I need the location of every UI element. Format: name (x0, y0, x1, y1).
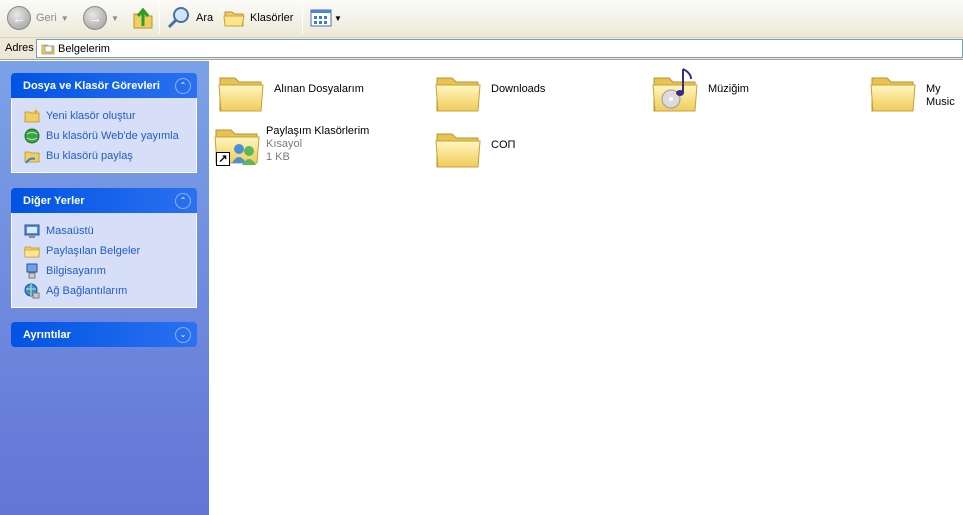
file-item[interactable]: COП (434, 125, 515, 173)
place-desktop[interactable]: Masaüstü (24, 221, 196, 241)
toolbar-separator (159, 4, 160, 34)
panel-body: Masaüstü Paylaşılan Belgeler Bilgisayarı… (11, 213, 197, 308)
place-network-connections[interactable]: Ağ Bağlantılarım (24, 281, 196, 301)
music-folder-icon (651, 65, 699, 117)
task-label: Bilgisayarım (46, 265, 106, 277)
file-name: COП (491, 139, 516, 151)
new-folder-icon (24, 109, 40, 123)
file-item[interactable]: Alınan Dosyalarım (217, 69, 364, 117)
share-folder-icon (24, 151, 40, 164)
file-folder-tasks-panel: Dosya ve Klasör Görevleri ⌃ Yeni klasör … (11, 73, 197, 173)
task-label: Masaüstü (46, 225, 94, 237)
up-folder-button[interactable] (132, 4, 154, 32)
task-share-folder[interactable]: Bu klasörü paylaş (24, 146, 196, 166)
search-label: Ara (196, 12, 214, 24)
place-my-computer[interactable]: Bilgisayarım (24, 261, 196, 281)
toolbar: ← Geri ▼ → ▼ Ara Klasörler ▼ (0, 0, 963, 38)
back-dropdown-icon[interactable]: ▼ (61, 14, 73, 23)
forward-button[interactable]: → ▼ (83, 4, 123, 32)
address-bar: Adres Belgelerim (0, 38, 963, 60)
task-pane: Dosya ve Klasör Görevleri ⌃ Yeni klasör … (0, 61, 209, 515)
views-dropdown-icon: ▼ (334, 13, 342, 23)
address-label: Adres (5, 42, 34, 54)
panel-title: Ayrıntılar (23, 328, 71, 341)
toolbar-separator (302, 4, 303, 34)
computer-icon (26, 263, 38, 279)
file-name: Paylaşım Klasörlerim (266, 125, 370, 137)
task-publish-web[interactable]: Bu klasörü Web'de yayımla (24, 126, 196, 146)
back-arrow-icon: ← (7, 6, 31, 30)
task-label: Bu klasörü paylaş (46, 150, 133, 162)
forward-arrow-icon: → (83, 6, 107, 30)
file-folder-tasks-header[interactable]: Dosya ve Klasör Görevleri ⌃ (11, 73, 197, 98)
search-icon (167, 7, 189, 29)
file-item[interactable]: My Music (869, 69, 963, 117)
file-name: My Music (926, 83, 955, 108)
task-new-folder[interactable]: Yeni klasör oluştur (24, 106, 196, 126)
file-name: Downloads (491, 83, 546, 95)
place-shared-documents[interactable]: Paylaşılan Belgeler (24, 241, 196, 261)
address-field[interactable]: Belgelerim (36, 39, 963, 58)
file-size: 1 KB (266, 151, 290, 163)
views-button[interactable]: ▼ (310, 4, 342, 32)
collapse-chevron-icon[interactable]: ⌃ (175, 192, 191, 209)
folders-button[interactable]: Klasörler (223, 4, 293, 32)
search-button[interactable]: Ara (167, 4, 213, 32)
expand-chevron-icon[interactable]: ⌄ (175, 326, 191, 343)
folder-icon (434, 69, 482, 117)
up-folder-icon (133, 7, 153, 29)
task-label: Paylaşılan Belgeler (46, 245, 141, 257)
file-name: Müziğim (708, 83, 749, 95)
file-item[interactable]: ↗ Paylaşım Klasörlerim Kısayol 1 KB (213, 121, 369, 169)
panel-title: Dosya ve Klasör Görevleri (23, 79, 160, 92)
other-places-panel: Diğer Yerler ⌃ Masaüstü Paylaşılan Belge… (11, 188, 197, 308)
details-header[interactable]: Ayrıntılar ⌄ (11, 322, 197, 347)
folder-icon (434, 125, 482, 173)
views-icon (310, 9, 332, 27)
folders-icon (223, 11, 245, 27)
task-label: Bu klasörü Web'de yayımla (46, 130, 179, 142)
network-icon (24, 283, 40, 299)
file-list-view: Alınan Dosyalarım Downloads Müziğim My M… (209, 61, 963, 515)
folder-icon (24, 246, 40, 258)
back-button[interactable]: ← Geri ▼ (7, 4, 73, 32)
back-label: Geri (36, 12, 57, 24)
folders-label: Klasörler (250, 12, 294, 24)
file-item[interactable]: Müziğim (651, 65, 749, 117)
panel-body: Yeni klasör oluştur Bu klasörü Web'de ya… (11, 98, 197, 173)
other-places-header[interactable]: Diğer Yerler ⌃ (11, 188, 197, 213)
globe-icon (24, 128, 40, 144)
address-value: Belgelerim (58, 42, 110, 55)
shortcut-arrow-icon: ↗ (216, 152, 230, 166)
file-type: Kısayol (266, 138, 303, 150)
file-item[interactable]: Downloads (434, 69, 545, 117)
folder-icon (869, 69, 917, 117)
file-name: Alınan Dosyalarım (274, 83, 364, 95)
my-documents-icon (41, 44, 55, 54)
details-panel: Ayrıntılar ⌄ (11, 322, 197, 347)
collapse-chevron-icon[interactable]: ⌃ (175, 77, 191, 94)
forward-dropdown-icon[interactable]: ▼ (111, 14, 123, 23)
desktop-icon (24, 224, 40, 238)
task-label: Yeni klasör oluştur (46, 110, 136, 122)
task-label: Ağ Bağlantılarım (46, 285, 128, 297)
panel-title: Diğer Yerler (23, 194, 85, 207)
folder-icon (217, 69, 265, 117)
shared-folder-shortcut-icon: ↗ (213, 121, 261, 169)
